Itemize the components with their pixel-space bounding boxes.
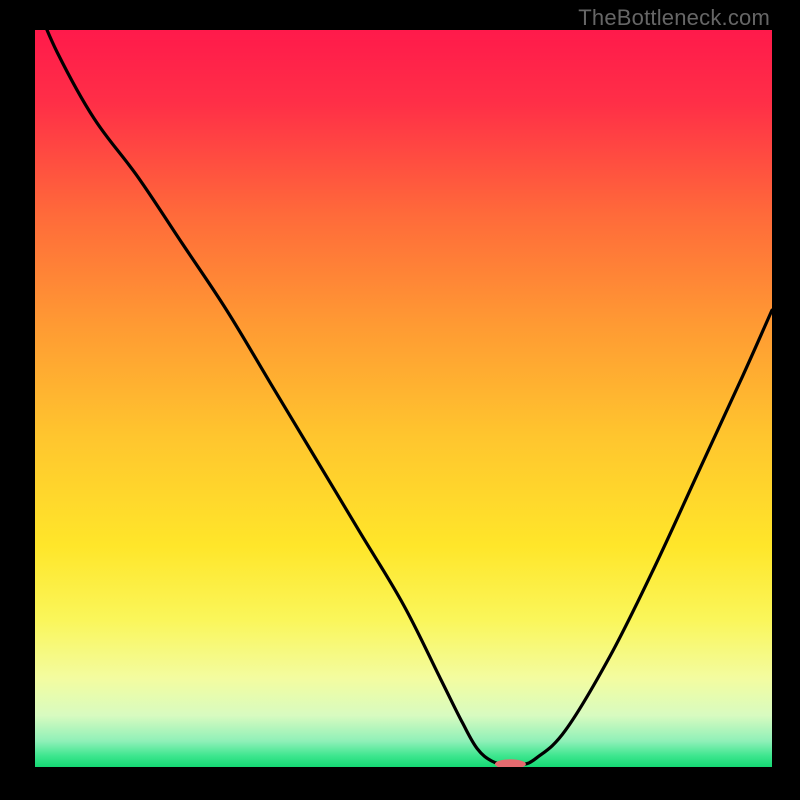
bottleneck-curve [35, 30, 772, 767]
watermark-text: TheBottleneck.com [578, 5, 770, 31]
chart-frame: TheBottleneck.com [0, 0, 800, 800]
plot-area [35, 30, 772, 767]
